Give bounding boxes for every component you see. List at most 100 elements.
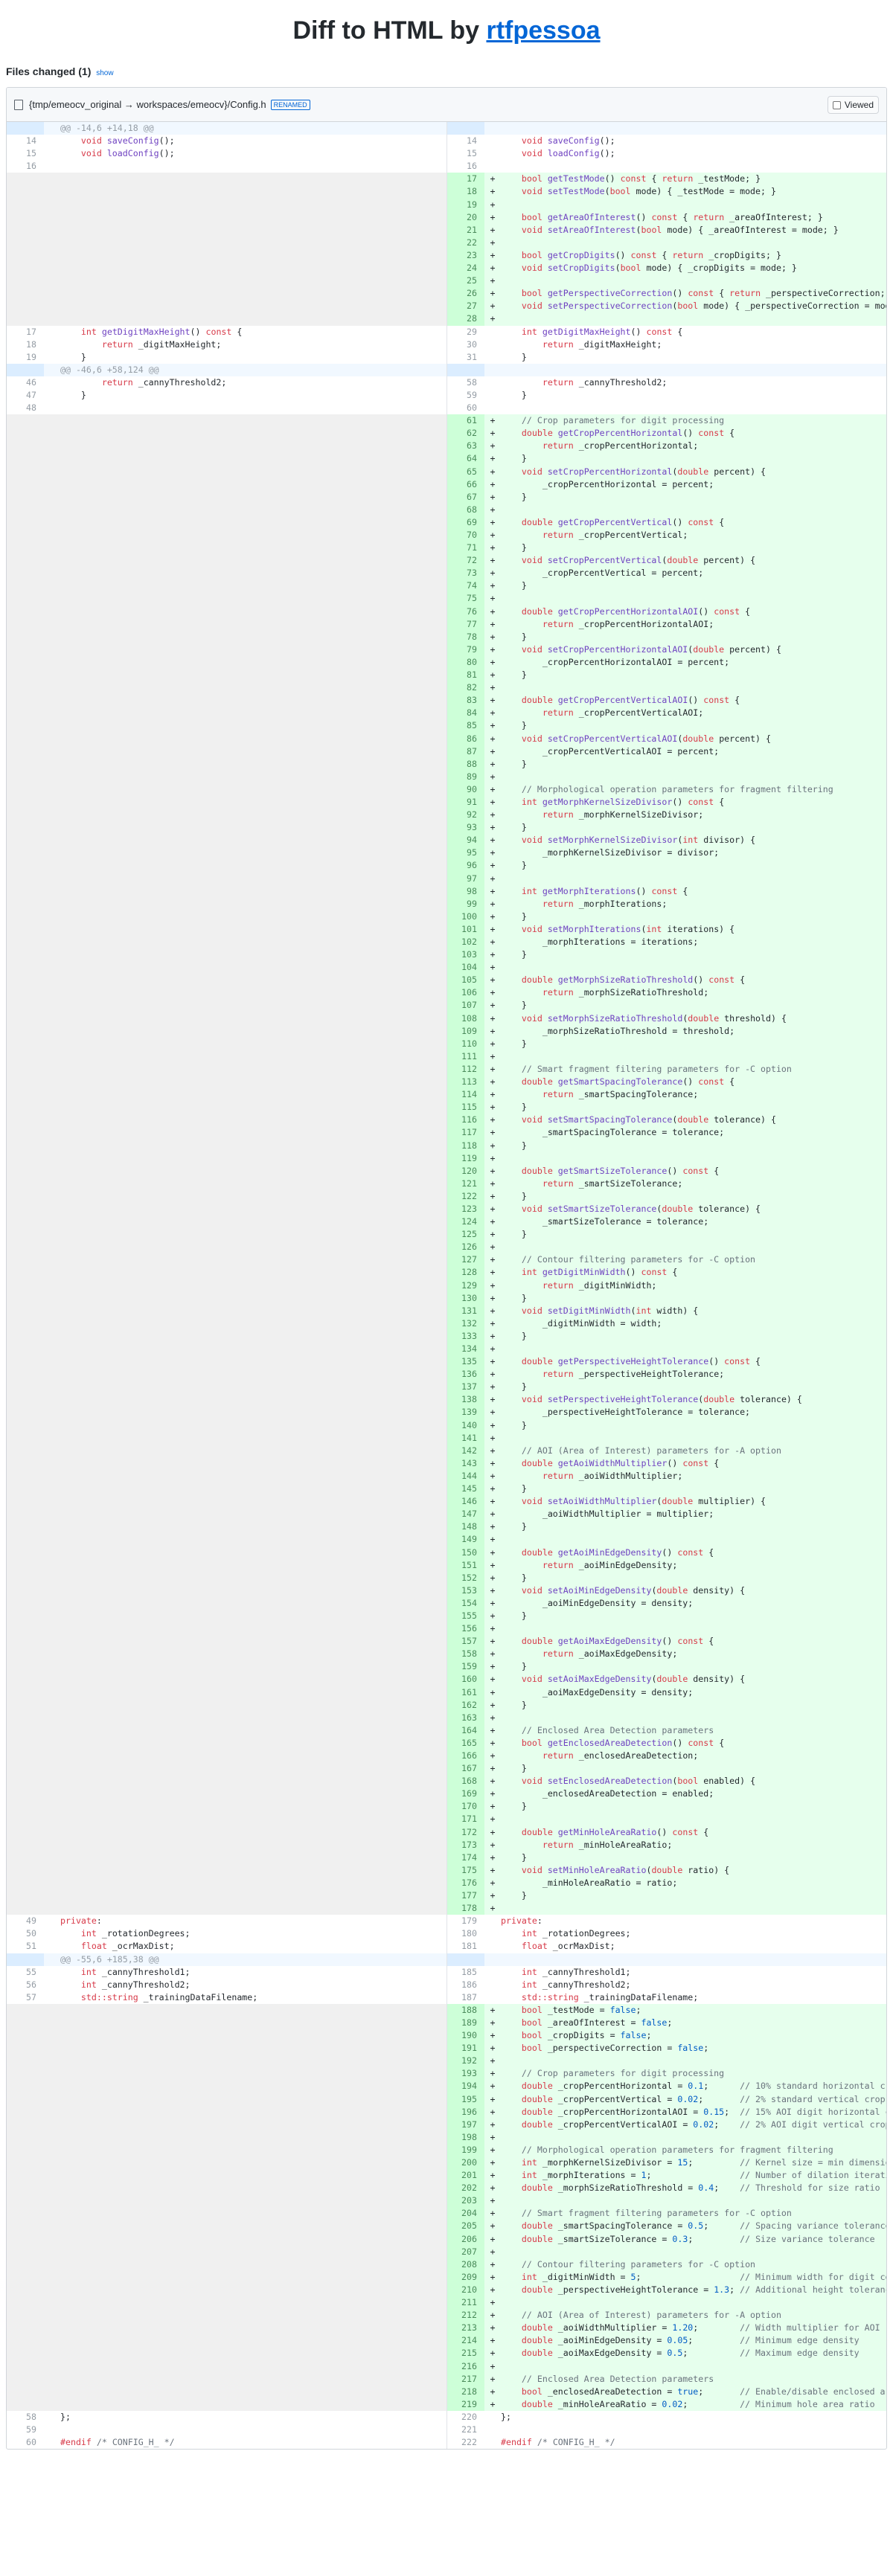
added-line: 120 + double getSmartSizeTolerance() cons…	[7, 1164, 886, 1178]
line-number: 128	[447, 1266, 484, 1279]
line-number	[7, 2080, 44, 2093]
line-number	[7, 122, 44, 135]
line-number: 179	[461, 1915, 477, 1927]
code-text: bool getEnclosedAreaDetection() const {	[521, 1737, 725, 1748]
author-link[interactable]: rtfpessoa	[486, 16, 600, 45]
renamed-badge: RENAMED	[270, 99, 310, 110]
line-number: 112	[447, 1062, 484, 1076]
line-number: 139	[447, 1406, 484, 1419]
code-text: #endif /* CONFIG_H_ */	[501, 2437, 615, 2448]
code-text: bool _perspectiveCorrection = false;	[521, 2043, 709, 2054]
code-text: bool _enclosedAreaDetection = true; // E…	[521, 2386, 886, 2397]
code-text: }	[501, 910, 527, 922]
added-line: 73 + _cropPercentVertical = percent;	[7, 567, 886, 580]
line-number: 122	[447, 1189, 484, 1203]
added-line: 24 + void setCropDigits(bool mode) { _cro…	[7, 262, 886, 275]
line-number	[7, 922, 44, 936]
code-text: // AOI (Area of Interest) parameters for…	[521, 1445, 781, 1456]
hunk-header: @@ -46,6 +58,124 @@	[7, 363, 886, 376]
added-line: 208 + // Contour filtering parameters for…	[7, 2258, 886, 2271]
line-number	[7, 655, 44, 669]
line-number	[7, 1037, 44, 1050]
added-line: 172 + double getMinHoleAreaRatio() const …	[7, 1825, 886, 1839]
line-number	[7, 1724, 44, 1737]
line-number	[7, 236, 44, 249]
line-number: 30	[467, 338, 477, 350]
context-line: 16 16	[7, 160, 886, 173]
hunk-header: @@ -55,6 +185,38 @@	[7, 1953, 886, 1966]
added-line: 136 + return _perspectiveHeightTolerance;	[7, 1368, 886, 1381]
line-number	[7, 1508, 44, 1521]
code-text: }	[501, 822, 527, 833]
line-number: 166	[447, 1750, 484, 1763]
line-number: 137	[447, 1381, 484, 1394]
line-number: 117	[447, 1126, 484, 1140]
viewed-checkbox[interactable]	[832, 100, 841, 109]
line-number	[7, 427, 44, 440]
context-line: 18 return _digitMaxHeight; 30 return _dig…	[7, 338, 886, 351]
show-files-link[interactable]: show	[96, 69, 113, 77]
context-line: 14 void saveConfig(); 14 void saveConfig(…	[7, 135, 886, 148]
line-number	[7, 554, 44, 568]
added-line: 127 + // Contour filtering parameters for…	[7, 1253, 886, 1267]
line-number: 28	[447, 312, 484, 326]
line-number: 189	[447, 2016, 484, 2030]
added-line: 126 +	[7, 1241, 886, 1254]
line-number: 199	[447, 2143, 484, 2156]
line-number	[7, 936, 44, 949]
added-line: 173 + return _minHoleAreaRatio;	[7, 1838, 886, 1851]
code-text: double getMorphSizeRatioThreshold() cons…	[521, 974, 746, 986]
line-number	[7, 490, 44, 504]
code-text: double _cropPercentHorizontalAOI = 0.15;…	[521, 2106, 886, 2117]
line-number: 68	[447, 503, 484, 516]
line-number: 219	[447, 2397, 484, 2411]
line-number: 23	[447, 248, 484, 263]
file-icon	[14, 99, 23, 110]
line-number	[7, 1635, 44, 1648]
line-number	[7, 1317, 44, 1330]
added-line: 190 + bool _cropDigits = false;	[7, 2029, 886, 2043]
added-line: 140 + }	[7, 1419, 886, 1432]
added-line: 216 +	[7, 2360, 886, 2373]
line-number: 113	[447, 1076, 484, 1089]
added-line: 145 + }	[7, 1483, 886, 1496]
line-number: 202	[447, 2182, 484, 2195]
line-number	[7, 300, 44, 313]
added-line: 133 + }	[7, 1329, 886, 1343]
added-line: 212 + // AOI (Area of Interest) parameter…	[7, 2309, 886, 2322]
code-text: }	[501, 1521, 527, 1532]
added-line: 201 + int _morphIterations = 1; // Number…	[7, 2169, 886, 2182]
added-line: 174 + }	[7, 1851, 886, 1864]
context-line: 19 } 31 }	[7, 350, 886, 364]
line-number: 169	[447, 1788, 484, 1801]
viewed-toggle[interactable]: Viewed	[827, 96, 879, 114]
line-number	[7, 2042, 44, 2055]
